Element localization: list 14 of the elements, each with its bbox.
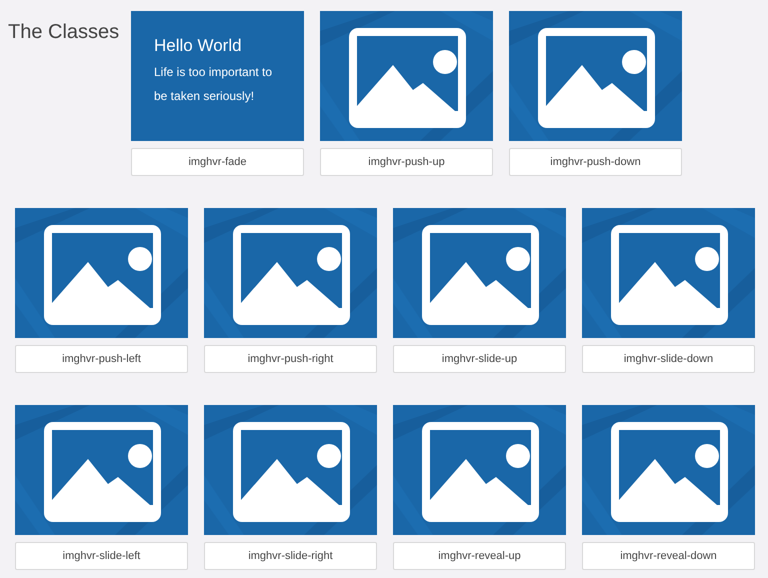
class-name-label: imghvr-reveal-down (582, 542, 755, 570)
class-name-label: imghvr-slide-up (393, 345, 566, 373)
class-name-label: imghvr-push-right (204, 345, 377, 373)
class-name-label: imghvr-slide-left (15, 542, 188, 570)
caption-text: Life is too important to be taken seriously! (154, 64, 274, 106)
class-name-label: imghvr-slide-down (582, 345, 755, 373)
class-name-label: imghvr-fade (131, 148, 304, 176)
class-name-label: imghvr-reveal-up (393, 542, 566, 570)
class-name-label: imghvr-push-down (509, 148, 682, 176)
class-name-label: imghvr-slide-right (204, 542, 377, 570)
class-name-label: imghvr-push-up (320, 148, 493, 176)
page-heading: The Classes (8, 20, 120, 45)
caption-title: Hello World (154, 35, 243, 56)
class-name-label: imghvr-push-left (15, 345, 188, 373)
